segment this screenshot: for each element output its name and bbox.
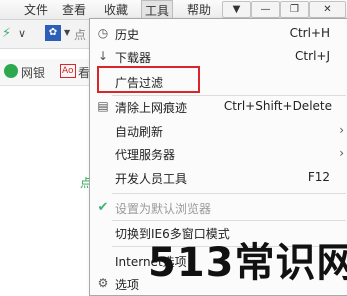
skin-button[interactable]: ▼ (222, 1, 251, 18)
menu-item-proxy[interactable]: 代理服务器 › (90, 143, 347, 165)
search-placeholder[interactable]: 点 (74, 26, 86, 43)
menu-view[interactable]: 查看 (60, 2, 88, 18)
chevron-down-icon[interactable]: ▼ (64, 28, 70, 37)
menu-item-shortcut: Ctrl+J (295, 49, 330, 63)
chevron-right-icon: › (339, 123, 344, 137)
menu-item-label: 历史 (115, 28, 140, 42)
lightning-icon[interactable]: ⚡ (2, 26, 11, 41)
chevron-right-icon: › (339, 146, 344, 160)
menu-item-dev-tools[interactable]: 开发人员工具 F12 (90, 167, 347, 189)
trash-icon: ▤ (97, 99, 109, 113)
menu-item-label: 设置为默认浏览器 (115, 202, 212, 216)
menu-item-auto-refresh[interactable]: 自动刷新 › (90, 120, 347, 142)
menu-item-shortcut: Ctrl+Shift+Delete (223, 99, 332, 113)
paw-icon[interactable]: ✿ (45, 25, 61, 41)
menu-item-label: 代理服务器 (115, 148, 176, 162)
minimize-icon: — (260, 4, 271, 15)
menu-item-label: 下载器 (115, 51, 152, 65)
favorite-wangyin[interactable]: 网银 (21, 64, 45, 81)
highlight-box (97, 66, 200, 93)
menu-item-history[interactable]: ◷ 历史 Ctrl+H (90, 23, 347, 45)
menu-item-label: 开发人员工具 (115, 172, 188, 186)
menu-file[interactable]: 文件 (22, 2, 50, 18)
clock-icon: ◷ (97, 26, 109, 40)
menu-item-label: 选项 (115, 278, 140, 292)
gear-icon: ⚙ (97, 276, 109, 290)
chevron-down-icon[interactable]: ∨ (18, 27, 26, 40)
menu-item-label: 清除上网痕迹 (115, 101, 188, 115)
menu-separator (112, 220, 346, 221)
minimize-button[interactable]: — (251, 1, 280, 18)
download-arrow-icon: ↓ (97, 49, 109, 63)
menu-help[interactable]: 帮助 (184, 2, 214, 18)
menu-tools[interactable]: 工具 (141, 0, 173, 20)
menu-item-shortcut: Ctrl+H (289, 26, 330, 40)
menu-favorites[interactable]: 收藏 (101, 2, 131, 18)
shirt-icon: ▼ (232, 4, 241, 15)
menu-item-downloader[interactable]: ↓ 下载器 Ctrl+J (90, 46, 347, 68)
restore-button[interactable]: ❐ (280, 1, 309, 18)
restore-icon: ❐ (290, 4, 299, 15)
check-icon: ✔ (97, 200, 109, 215)
ao-badge: Ao (60, 64, 76, 78)
menu-item-set-default: ✔ 设置为默认浏览器 (90, 197, 347, 219)
watermark: 513常识网 (148, 240, 347, 286)
menu-item-label: 自动刷新 (115, 125, 164, 139)
close-icon: ✕ (323, 4, 332, 15)
menu-item-shortcut: F12 (307, 170, 330, 184)
menu-item-clear-traces[interactable]: ▤ 清除上网痕迹 Ctrl+Shift+Delete (90, 96, 347, 118)
menu-bar: 文件 查看 收藏 工具 帮助 ▼ — ❐ ✕ (0, 0, 347, 20)
close-button[interactable]: ✕ (309, 1, 346, 18)
menu-separator (112, 193, 346, 194)
bank-icon (4, 64, 18, 78)
